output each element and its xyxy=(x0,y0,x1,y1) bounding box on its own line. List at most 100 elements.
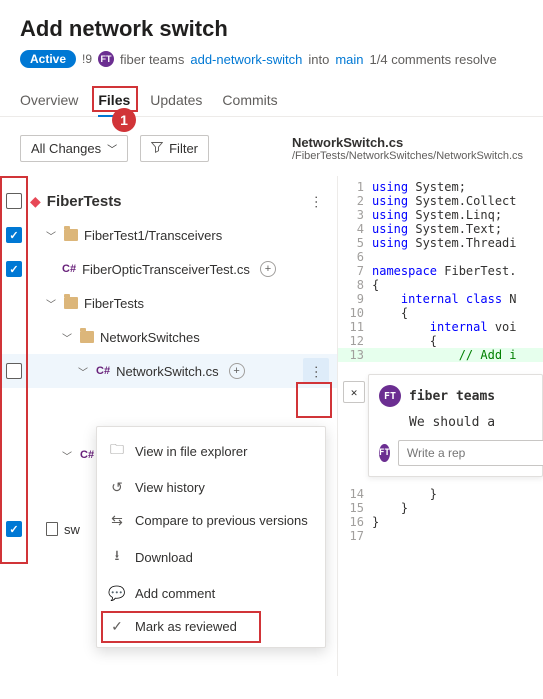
menu-add-comment[interactable]: 💬 Add comment xyxy=(97,577,325,610)
chevron-down-icon[interactable]: ﹀ xyxy=(46,228,58,243)
code-line: { xyxy=(372,278,543,292)
code-line: using System.Linq; xyxy=(372,208,543,222)
file-label: NetworkSwitch.cs xyxy=(116,364,219,379)
menu-compare[interactable]: ⇆ Compare to previous versions xyxy=(97,504,325,537)
into-label: into xyxy=(308,52,329,67)
checkbox[interactable] xyxy=(6,193,22,209)
chevron-down-icon[interactable]: ﹀ xyxy=(46,296,58,311)
download-icon: ⭳ xyxy=(109,545,125,569)
cs-icon: C# xyxy=(80,449,94,461)
compare-icon: ⇆ xyxy=(109,512,125,529)
code-line: using System; xyxy=(372,180,543,194)
page-title: Add network switch xyxy=(20,16,523,42)
tree-root-label: FiberTests xyxy=(47,193,122,210)
history-icon: ↺ xyxy=(109,479,125,496)
comment-author: fiber teams xyxy=(409,389,495,404)
more-menu-button[interactable]: ⋯ xyxy=(303,188,329,214)
tab-updates[interactable]: Updates xyxy=(150,84,202,116)
avatar: FT xyxy=(98,51,114,67)
chevron-down-icon[interactable]: ﹀ xyxy=(62,330,74,345)
filter-button[interactable]: Filter xyxy=(140,135,209,162)
context-menu: 🗀 View in file explorer ↺ View history ⇆… xyxy=(96,426,326,648)
toolbar: All Changes ﹀ Filter NetworkSwitch.cs /F… xyxy=(0,117,543,176)
code-line: internal voi xyxy=(372,320,543,334)
comment-icon: 💬 xyxy=(109,585,125,602)
menu-label: Compare to previous versions xyxy=(135,513,308,528)
checkbox[interactable] xyxy=(6,261,22,277)
more-menu-button[interactable]: ⋯ xyxy=(303,358,329,384)
chevron-down-icon[interactable]: ﹀ xyxy=(78,364,90,379)
code-line: internal class N xyxy=(372,292,543,306)
comment-body: We should a xyxy=(409,415,532,430)
filter-icon xyxy=(151,141,163,156)
folder-label: NetworkSwitches xyxy=(100,330,200,345)
tree-folder-transceivers[interactable]: ﹀ FiberTest1/Transceivers xyxy=(0,218,337,252)
file-label: FiberOpticTransceiverTest.cs xyxy=(82,262,250,277)
folder-open-icon: 🗀 xyxy=(109,439,125,463)
folder-icon xyxy=(64,229,78,241)
code-line: { xyxy=(372,306,543,320)
filter-label: Filter xyxy=(169,141,198,156)
all-changes-button[interactable]: All Changes ﹀ xyxy=(20,135,128,162)
folder-label: FiberTests xyxy=(84,296,144,311)
cs-icon: C# xyxy=(96,365,110,377)
menu-view-explorer[interactable]: 🗀 View in file explorer xyxy=(97,431,325,471)
chevron-down-icon: ﹀ xyxy=(107,141,117,156)
tree-folder-networkswitches[interactable]: ﹀ NetworkSwitches xyxy=(0,320,337,354)
file-label: sw xyxy=(64,522,80,537)
folder-icon xyxy=(64,297,78,309)
code-line: // Add i xyxy=(372,348,543,362)
code-line: using System.Collect xyxy=(372,194,543,208)
menu-view-history[interactable]: ↺ View history xyxy=(97,471,325,504)
code-line: namespace FiberTest. xyxy=(372,264,543,278)
checkbox[interactable] xyxy=(6,363,22,379)
tree-root[interactable]: ◆ FiberTests ⋯ xyxy=(0,184,337,218)
tabs: Overview Files Updates Commits xyxy=(0,84,543,117)
reply-input[interactable] xyxy=(398,440,543,466)
menu-label: View in file explorer xyxy=(135,444,247,459)
code-line: } xyxy=(372,501,543,515)
menu-download[interactable]: ⭳ Download xyxy=(97,537,325,577)
code-line: } xyxy=(372,487,543,501)
added-badge-icon: + xyxy=(260,261,276,277)
pr-icon: ◆ xyxy=(30,193,41,210)
comment-thread: ✕ FT fiber teams We should a FT xyxy=(368,374,543,477)
file-icon xyxy=(46,522,58,536)
file-path-sub: /FiberTests/NetworkSwitches/NetworkSwitc… xyxy=(292,150,523,162)
checkbox[interactable] xyxy=(6,521,22,537)
menu-label: Add comment xyxy=(135,586,215,601)
status-row: Active !9 FT fiber teams add-network-swi… xyxy=(20,50,523,68)
menu-label: Download xyxy=(135,550,193,565)
folder-icon xyxy=(80,331,94,343)
rep-count: !9 xyxy=(82,52,92,66)
branch-link[interactable]: add-network-switch xyxy=(190,52,302,67)
check-icon: ✓ xyxy=(109,618,125,635)
comments-status: 1/4 comments resolve xyxy=(370,52,497,67)
menu-label: Mark as reviewed xyxy=(135,619,237,634)
avatar: FT xyxy=(379,444,390,462)
callout-1: 1 xyxy=(112,108,136,132)
status-badge: Active xyxy=(20,50,76,68)
tree-file-fiberoptic[interactable]: C# FiberOpticTransceiverTest.cs + xyxy=(0,252,337,286)
menu-mark-reviewed[interactable]: ✓ Mark as reviewed xyxy=(97,610,325,643)
close-button[interactable]: ✕ xyxy=(343,381,365,403)
target-branch-link[interactable]: main xyxy=(335,52,363,67)
file-path-block: NetworkSwitch.cs /FiberTests/NetworkSwit… xyxy=(292,135,523,162)
checkbox[interactable] xyxy=(6,227,22,243)
code-line: using System.Text; xyxy=(372,222,543,236)
tab-overview[interactable]: Overview xyxy=(20,84,78,116)
code-line: } xyxy=(372,515,543,529)
folder-label: FiberTest1/Transceivers xyxy=(84,228,222,243)
chevron-down-icon[interactable]: ﹀ xyxy=(62,448,74,463)
tree-file-networkswitch[interactable]: ﹀ C# NetworkSwitch.cs + ⋯ xyxy=(0,354,337,388)
added-badge-icon: + xyxy=(229,363,245,379)
file-path-title: NetworkSwitch.cs xyxy=(292,135,523,150)
team-label: fiber teams xyxy=(120,52,184,67)
file-tree: ◆ FiberTests ⋯ ﹀ FiberTest1/Transceivers… xyxy=(0,176,338,676)
menu-label: View history xyxy=(135,480,205,495)
code-viewer: 1using System; 2using System.Collect 3us… xyxy=(338,176,543,676)
tab-commits[interactable]: Commits xyxy=(222,84,277,116)
all-changes-label: All Changes xyxy=(31,141,101,156)
avatar: FT xyxy=(379,385,401,407)
tree-folder-fibertests[interactable]: ﹀ FiberTests xyxy=(0,286,337,320)
